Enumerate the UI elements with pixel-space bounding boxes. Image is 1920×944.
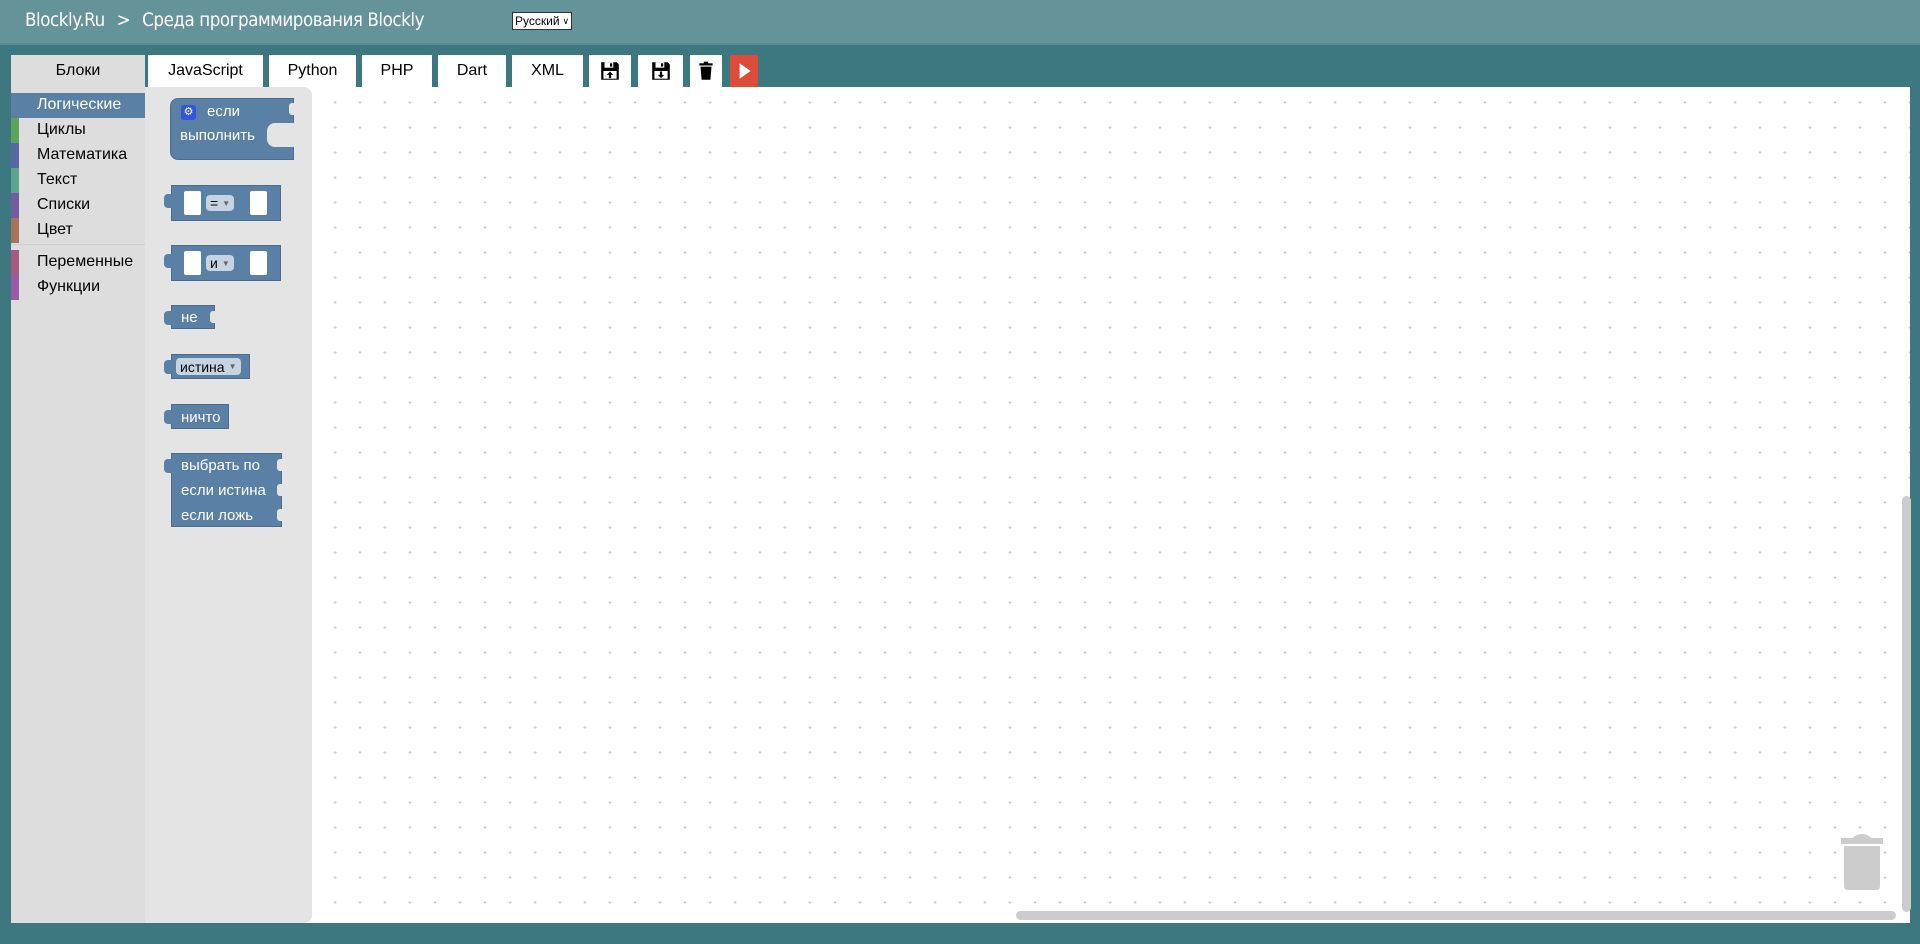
category-label: Цвет bbox=[37, 221, 73, 238]
block-label: если bbox=[207, 103, 240, 120]
page-title: Blockly.Ru > Среда программирования Bloc… bbox=[25, 9, 431, 31]
toolbox-categories: Логические Циклы Математика Текст Списки… bbox=[11, 87, 145, 923]
category-label: Циклы bbox=[37, 121, 86, 138]
block-logic-compare[interactable]: = ▼ bbox=[164, 185, 281, 221]
category-label: Математика bbox=[37, 146, 128, 163]
run-button[interactable] bbox=[730, 55, 758, 87]
workspace-trash-can[interactable] bbox=[1841, 833, 1885, 898]
save-download-icon bbox=[651, 62, 670, 80]
tab-xml[interactable]: XML bbox=[512, 55, 583, 87]
save-button[interactable] bbox=[638, 55, 683, 87]
block-logic-boolean[interactable]: истина ▼ bbox=[164, 354, 250, 379]
boolean-dropdown[interactable]: истина ▼ bbox=[176, 358, 241, 375]
operator-dropdown[interactable]: = ▼ bbox=[206, 195, 235, 211]
block-label: если ложь bbox=[181, 507, 254, 524]
category-color-strip bbox=[11, 275, 19, 300]
block-controls-if[interactable]: ⚙ если выполнить bbox=[170, 98, 294, 160]
tab-javascript[interactable]: JavaScript bbox=[148, 55, 263, 87]
block-label: выполнить bbox=[180, 127, 255, 144]
category-color-strip bbox=[11, 250, 19, 275]
app-title: Среда программирования Blockly bbox=[142, 9, 425, 31]
trash-icon bbox=[699, 61, 713, 80]
horizontal-scrollbar[interactable] bbox=[1016, 911, 1896, 920]
block-label: не bbox=[181, 309, 198, 326]
tab-php[interactable]: PHP bbox=[362, 55, 432, 87]
block-logic-ternary[interactable]: выбрать по если истина если ложь bbox=[164, 453, 282, 527]
language-value: Русский bbox=[515, 14, 560, 28]
block-label: ничто bbox=[181, 409, 221, 426]
vertical-scrollbar[interactable] bbox=[1902, 496, 1911, 912]
category-color-strip bbox=[11, 93, 19, 118]
breadcrumb-separator: > bbox=[116, 9, 131, 31]
chevron-down-icon: ∨ bbox=[562, 15, 570, 26]
category-color-strip bbox=[11, 193, 19, 218]
category-variables[interactable]: Переменные bbox=[11, 250, 145, 275]
gear-icon[interactable]: ⚙ bbox=[181, 105, 196, 120]
category-color-strip bbox=[11, 143, 19, 168]
category-lists[interactable]: Списки bbox=[11, 193, 145, 218]
category-loops[interactable]: Циклы bbox=[11, 118, 145, 143]
tab-dart[interactable]: Dart bbox=[438, 55, 506, 87]
category-label: Текст bbox=[37, 171, 78, 188]
header: Blockly.Ru > Среда программирования Bloc… bbox=[0, 0, 1920, 45]
load-button[interactable] bbox=[589, 55, 631, 87]
category-label: Логические bbox=[37, 96, 122, 113]
category-functions[interactable]: Функции bbox=[11, 275, 145, 300]
block-label: выбрать по bbox=[181, 457, 261, 474]
category-color-strip bbox=[11, 168, 19, 193]
block-label: если истина bbox=[181, 482, 266, 499]
block-logic-null[interactable]: ничто bbox=[164, 404, 229, 429]
toolbox-flyout: ⚙ если выполнить = ▼ и ▼ не истина ▼ нич… bbox=[145, 87, 312, 923]
operator-dropdown[interactable]: и ▼ bbox=[206, 255, 234, 271]
category-separator bbox=[11, 244, 145, 245]
block-logic-operation[interactable]: и ▼ bbox=[164, 245, 281, 281]
block-logic-negate[interactable]: не bbox=[164, 305, 215, 329]
tab-blocks[interactable]: Блоки bbox=[11, 55, 145, 87]
run-icon bbox=[739, 63, 751, 79]
category-label: Списки bbox=[37, 196, 91, 213]
category-math[interactable]: Математика bbox=[11, 143, 145, 168]
category-color-strip bbox=[11, 118, 19, 143]
clear-button[interactable] bbox=[690, 55, 722, 87]
category-colour[interactable]: Цвет bbox=[11, 218, 145, 243]
workspace[interactable] bbox=[312, 87, 1911, 923]
save-upload-icon bbox=[601, 62, 619, 80]
category-text[interactable]: Текст bbox=[11, 168, 145, 193]
category-label: Функции bbox=[37, 278, 101, 295]
site-link[interactable]: Blockly.Ru bbox=[25, 9, 105, 31]
workspace-grid bbox=[312, 87, 1910, 923]
trash-icon bbox=[1841, 834, 1883, 890]
tab-python[interactable]: Python bbox=[269, 55, 356, 87]
language-select[interactable]: Русский ∨ bbox=[512, 12, 573, 30]
category-logic[interactable]: Логические bbox=[11, 93, 145, 118]
blockly-editor: Логические Циклы Математика Текст Списки… bbox=[11, 87, 1911, 923]
category-color-strip bbox=[11, 218, 19, 243]
category-label: Переменные bbox=[37, 253, 134, 270]
